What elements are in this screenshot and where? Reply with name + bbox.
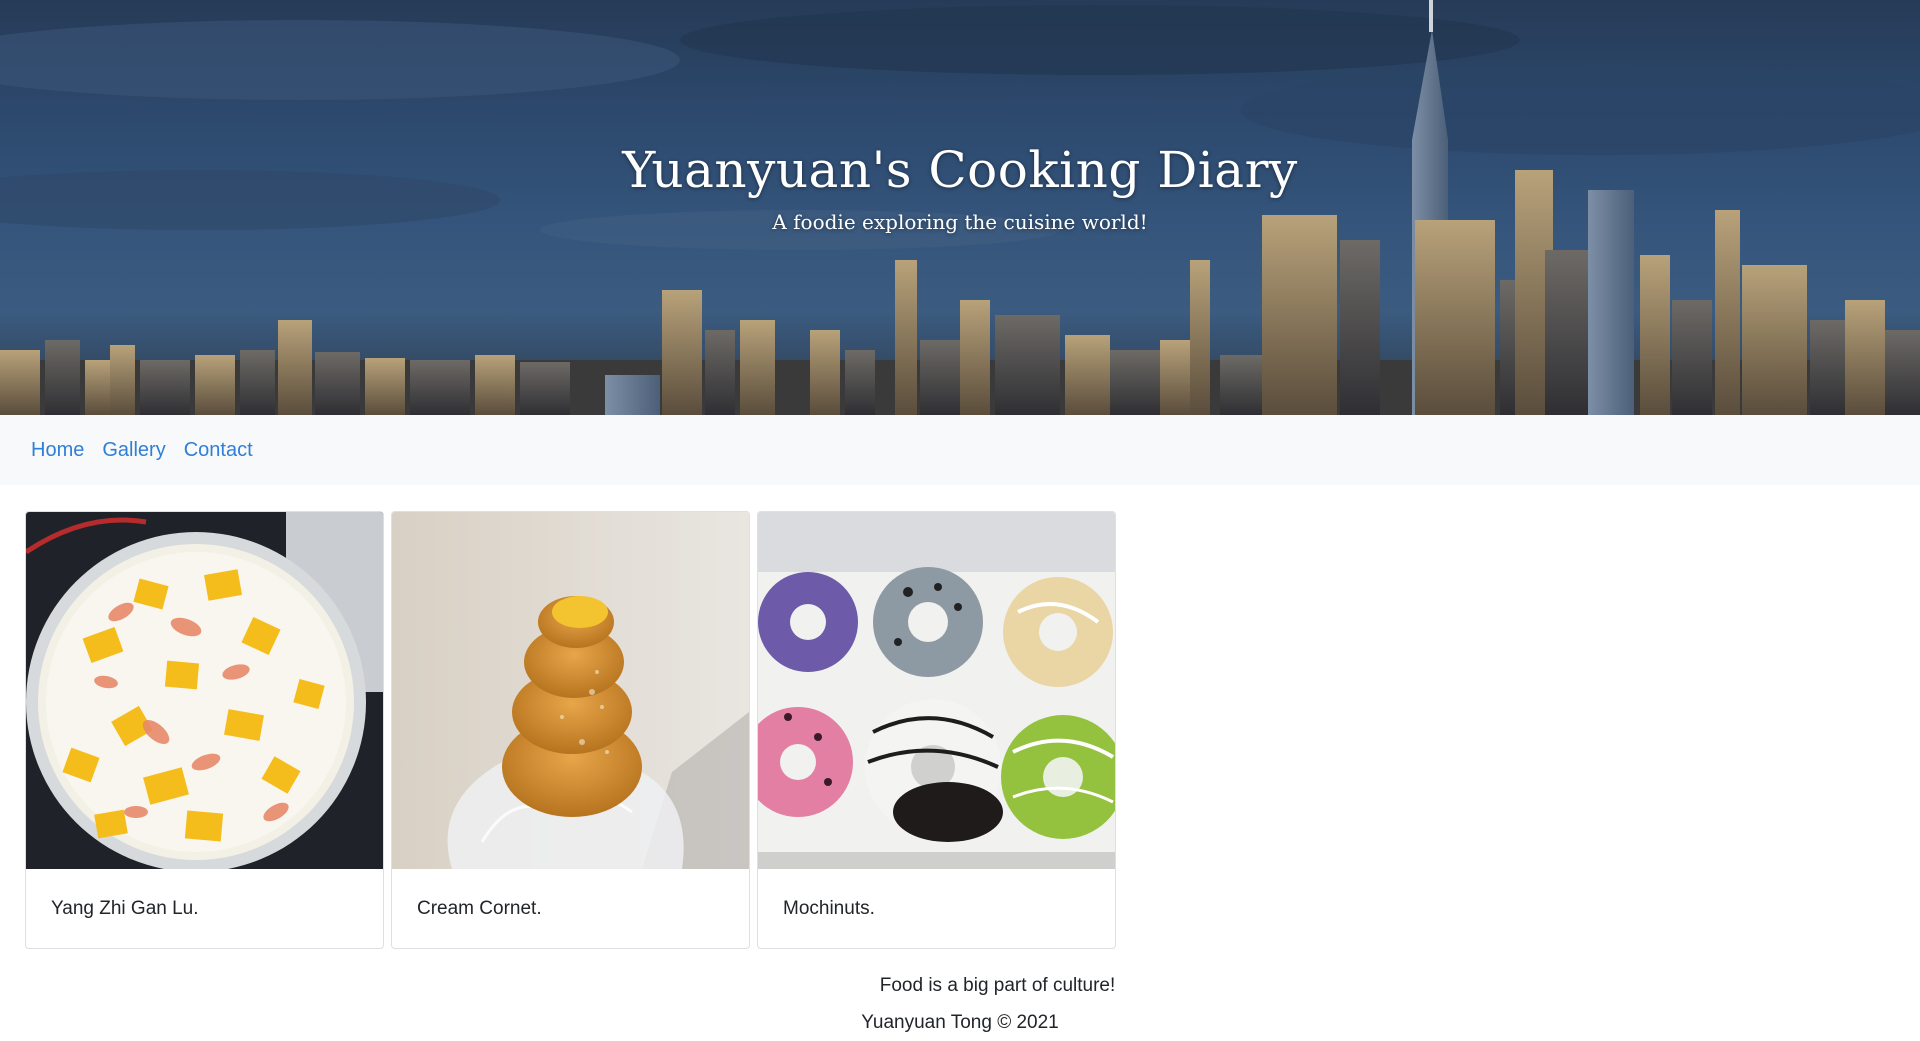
mochi-donuts-box-photo — [758, 512, 1115, 869]
card-caption: Mochinuts. — [783, 897, 875, 919]
hero-banner: Yuanyuan's Cooking Diary A foodie explor… — [0, 0, 1920, 415]
card-caption: Cream Cornet. — [417, 897, 542, 919]
food-card: Yang Zhi Gan Lu. — [25, 511, 384, 949]
food-card: Cream Cornet. — [391, 511, 750, 949]
nav-gallery-link[interactable]: Gallery — [93, 431, 174, 470]
food-gallery: Yang Zhi Gan Lu. Cream Cornet. Mochinuts… — [0, 511, 1920, 949]
site-subtitle: A foodie exploring the cuisine world! — [772, 210, 1148, 234]
main-navbar: Home Gallery Contact — [0, 415, 1920, 485]
card-caption: Yang Zhi Gan Lu. — [51, 897, 199, 919]
nav-home-link[interactable]: Home — [22, 431, 93, 470]
footer-copyright: Yuanyuan Tong © 2021 — [861, 1012, 1059, 1033]
food-card: Mochinuts. — [757, 511, 1116, 949]
footer-tagline: Food is a big part of culture! — [879, 975, 1116, 996]
page-footer: Food is a big part of culture! Yuanyuan … — [0, 972, 1920, 1037]
cream-cornet-pastry-photo — [392, 512, 749, 869]
nav-contact-link[interactable]: Contact — [175, 431, 262, 470]
site-title: Yuanyuan's Cooking Diary — [622, 141, 1298, 199]
mango-pomelo-dessert-photo — [26, 512, 383, 869]
